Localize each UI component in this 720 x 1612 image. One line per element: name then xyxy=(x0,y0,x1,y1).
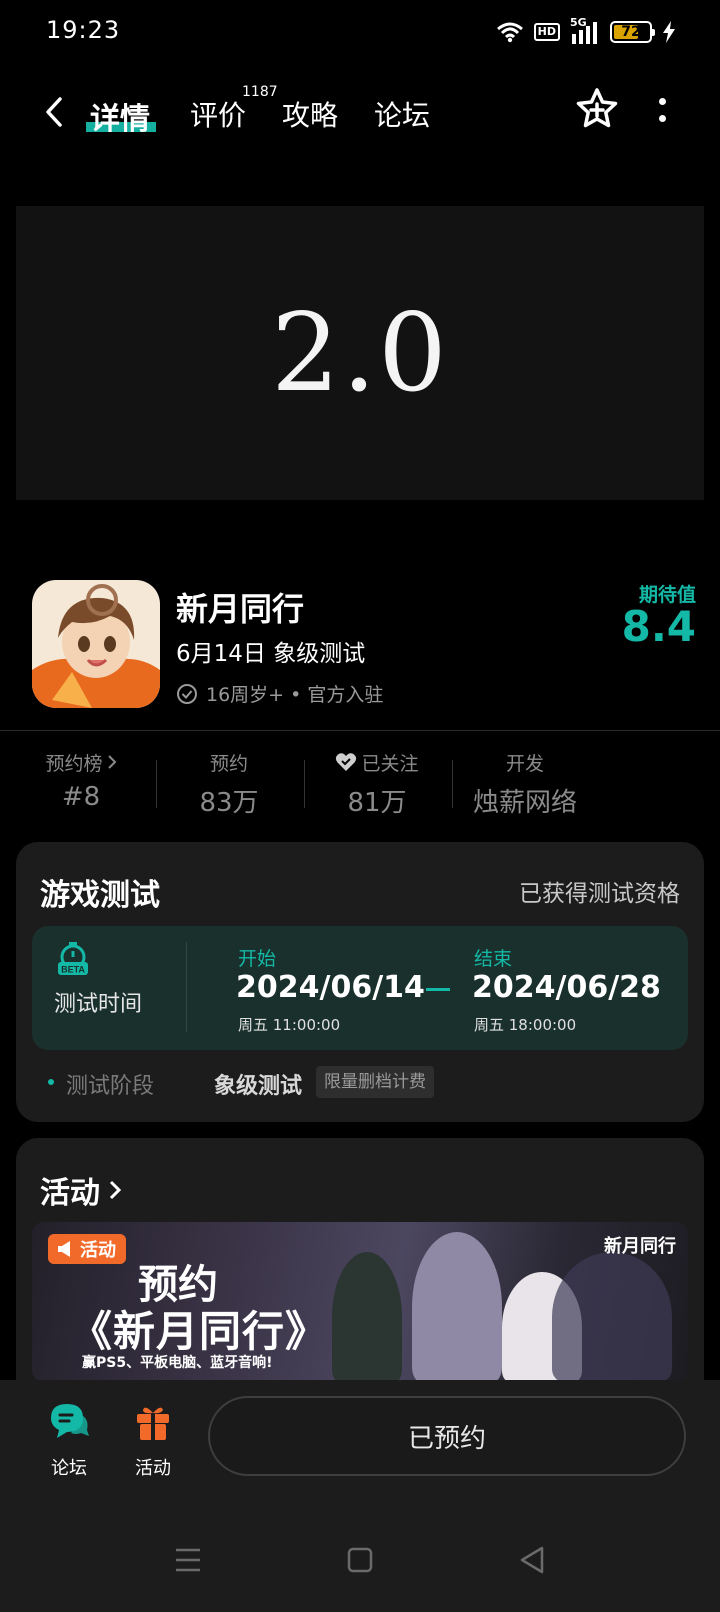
system-navigation xyxy=(0,1540,720,1580)
hd-badge: HD xyxy=(533,23,560,41)
game-subtitle: 6月14日 象级测试 xyxy=(176,641,366,667)
more-options-button[interactable] xyxy=(652,94,672,126)
game-title: 新月同行 xyxy=(176,590,305,628)
bottom-activity-label: 活动 xyxy=(135,1458,171,1479)
game-meta-text: 16周岁+ • 官方入驻 xyxy=(206,684,384,706)
game-meta: 16周岁+ • 官方入驻 xyxy=(176,680,383,707)
game-test-card: 游戏测试 已获得测试资格 BETA 测试时间 开始 2024/06/14 周五 … xyxy=(16,842,704,1122)
stat-rank-value: #8 xyxy=(61,782,101,812)
hero-video[interactable]: 2.0 xyxy=(16,206,704,500)
hero-title: 2.0 xyxy=(271,290,449,416)
home-icon[interactable] xyxy=(340,1540,380,1580)
battery-icon: 72 xyxy=(610,21,655,43)
stage-dot xyxy=(48,1079,54,1085)
test-stage-value: 象级测试 xyxy=(214,1074,303,1099)
banner-tag-text: 活动 xyxy=(80,1240,116,1261)
check-circle-icon xyxy=(177,683,197,704)
start-date: 2024/06/14 xyxy=(236,970,425,1005)
stat-rank-label: 预约榜 xyxy=(45,752,103,775)
stat-developer[interactable]: 开发 烛薪网络 xyxy=(450,748,600,819)
test-stage-label: 测试阶段 xyxy=(66,1074,155,1099)
status-icons: HD 5G 72 xyxy=(496,16,676,46)
activity-title[interactable]: 活动 xyxy=(40,1168,122,1212)
heart-check-icon xyxy=(336,753,357,771)
test-stage-tag: 限量删档计费 xyxy=(316,1066,434,1098)
stat-follow-label: 已关注 xyxy=(361,752,419,775)
end-time: 周五 18:00:00 xyxy=(474,1016,577,1034)
stat-reservations-value: 83万 xyxy=(199,788,259,818)
forum-chat-icon xyxy=(51,1404,89,1438)
chevron-right-icon xyxy=(109,1180,122,1200)
banner-game-title: 《新月同行》 xyxy=(70,1307,329,1356)
stat-developer-value: 烛薪网络 xyxy=(472,788,577,818)
test-time-box: BETA 测试时间 开始 2024/06/14 周五 11:00:00 结束 2… xyxy=(32,926,688,1050)
stat-developer-label: 开发 xyxy=(505,752,544,775)
stat-rank[interactable]: 预约榜 #8 xyxy=(6,748,156,812)
back-button[interactable] xyxy=(36,92,72,132)
megaphone-icon xyxy=(58,1241,70,1257)
menu-icon[interactable] xyxy=(168,1540,208,1580)
tab-forum[interactable]: 论坛 xyxy=(374,94,430,134)
favorite-add-button[interactable] xyxy=(574,86,620,132)
tab-details[interactable]: 详情 xyxy=(90,94,150,138)
stat-reservations: 预约 83万 xyxy=(154,748,304,819)
review-count-badge: 1187 xyxy=(242,84,278,100)
expectation-value: 8.4 xyxy=(621,602,696,651)
stat-follow-value: 81万 xyxy=(347,788,407,818)
end-date: 2024/06/28 xyxy=(472,970,661,1005)
beta-label: BETA xyxy=(61,965,85,975)
start-label: 开始 xyxy=(238,948,277,970)
test-qualification-status[interactable]: 已获得测试资格 xyxy=(519,874,680,908)
range-dash xyxy=(426,988,450,991)
divider xyxy=(0,730,720,731)
end-label: 结束 xyxy=(474,948,513,970)
beta-timer-icon: BETA xyxy=(58,942,88,975)
gift-icon xyxy=(137,1407,169,1440)
activity-card: 活动 活动 新月同行 预约 《新月同行》 赢PS5、平板电脑、蓝牙音响! xyxy=(16,1138,704,1418)
back-triangle-icon[interactable] xyxy=(512,1540,552,1580)
wifi-icon xyxy=(496,22,523,43)
activity-title-text: 活动 xyxy=(40,1176,100,1211)
status-time: 19:23 xyxy=(46,16,121,44)
banner-brand-logo: 新月同行 xyxy=(604,1236,676,1257)
stat-reservations-label: 预约 xyxy=(209,752,248,775)
bottom-action-bar: 论坛 活动 已预约 xyxy=(0,1380,720,1612)
bottom-forum-button[interactable]: 论坛 xyxy=(34,1402,104,1480)
game-icon[interactable] xyxy=(32,580,160,708)
signal-icon: 5G xyxy=(570,16,600,44)
bottom-forum-label: 论坛 xyxy=(51,1458,87,1479)
chevron-right-icon xyxy=(107,755,116,769)
banner-tag: 活动 xyxy=(48,1234,126,1264)
test-time-label: 测试时间 xyxy=(54,992,143,1017)
top-nav: 详情 评价 1187 攻略 论坛 xyxy=(0,80,720,144)
tab-guides[interactable]: 攻略 xyxy=(282,94,338,134)
reserved-button[interactable]: 已预约 xyxy=(208,1396,686,1476)
stat-follow[interactable]: 已关注 81万 xyxy=(302,748,452,819)
charging-icon xyxy=(663,21,675,43)
bottom-activity-button[interactable]: 活动 xyxy=(118,1402,188,1480)
stats-row: 预约榜 #8 预约 83万 已关注 81万 开发 烛薪网络 xyxy=(0,748,720,819)
activity-banner[interactable]: 活动 新月同行 预约 《新月同行》 赢PS5、平板电脑、蓝牙音响! xyxy=(32,1222,688,1382)
banner-prize-text: 赢PS5、平板电脑、蓝牙音响! xyxy=(82,1355,273,1371)
tab-reviews[interactable]: 评价 xyxy=(190,94,246,134)
start-time: 周五 11:00:00 xyxy=(238,1016,341,1034)
test-card-title: 游戏测试 xyxy=(40,878,160,913)
status-bar: 19:23 HD 5G 72 xyxy=(0,0,720,64)
chevron-left-icon xyxy=(46,97,62,127)
battery-level: 72 xyxy=(621,24,641,40)
